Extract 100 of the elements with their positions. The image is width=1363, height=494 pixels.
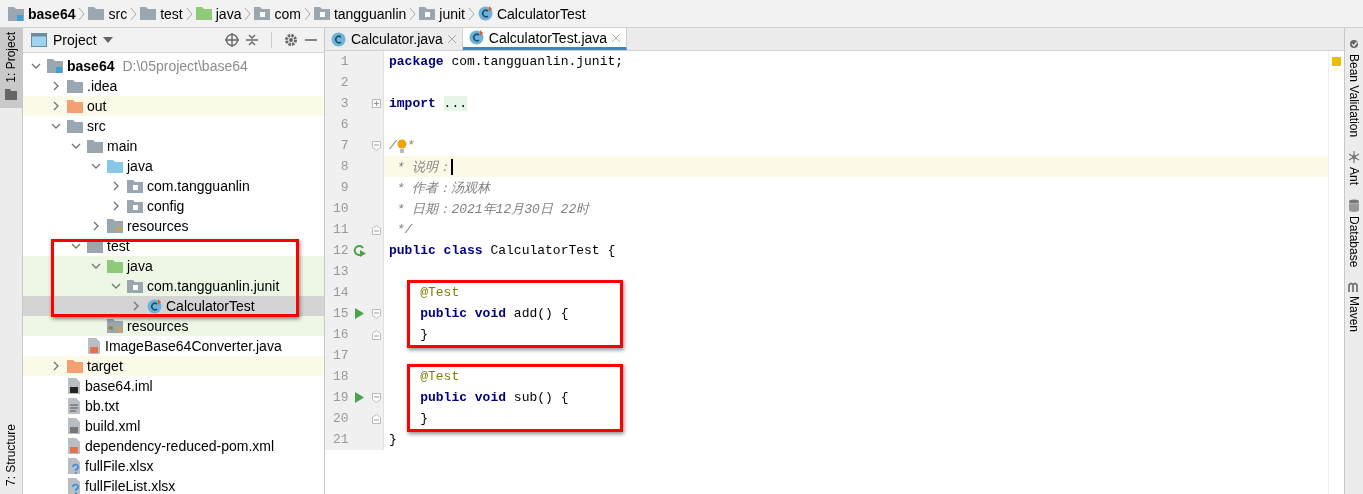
expand-fold-icon[interactable] [372, 99, 382, 108]
line-number: 15 [332, 306, 349, 321]
locate-icon[interactable] [225, 33, 239, 47]
code-text: public void [419, 306, 507, 321]
folder-icon [140, 7, 157, 20]
breadcrumb-item[interactable]: test [160, 5, 183, 22]
tool-window-button[interactable]: Database [1347, 199, 1361, 268]
module-path: D:\05project\base64 [122, 58, 248, 74]
file-icon [67, 378, 81, 394]
tree-row[interactable]: out [23, 96, 324, 116]
chevron-icon [467, 6, 475, 21]
settings-icon[interactable] [284, 33, 298, 47]
tree-row[interactable]: java [23, 256, 324, 276]
code-text: com.tangguanlin.junit; [450, 54, 624, 69]
tool-window-button[interactable]: Ant [1347, 151, 1361, 186]
line-number: 14 [332, 285, 349, 300]
close-icon[interactable] [612, 33, 621, 42]
tree-item-label: main [107, 138, 138, 154]
line-number: 3 [339, 96, 349, 111]
code-text: * 日期：2021年12月30日 22时 [395, 200, 590, 218]
code-text: * 说明： [395, 158, 452, 176]
tree-row[interactable]: base64 D:\05project\base64 [23, 56, 324, 76]
line-number: 12 [332, 243, 349, 258]
tree-row[interactable]: config [23, 196, 324, 216]
tree-row[interactable]: main [23, 136, 324, 156]
code-text: public class [389, 243, 483, 258]
collapse-all-icon[interactable] [245, 33, 259, 47]
code-text: @Test [419, 285, 460, 300]
tree-row[interactable]: java [23, 156, 324, 176]
code-text[interactable]: ... [443, 96, 467, 111]
line-number: 19 [332, 390, 349, 405]
lightbulb-icon[interactable] [396, 138, 407, 153]
unknown-file-icon [67, 478, 81, 494]
line-number: 8 [339, 159, 349, 174]
text-file-icon [67, 398, 81, 414]
line-number: 18 [332, 369, 349, 384]
line-number: 20 [332, 411, 349, 426]
breadcrumb-item[interactable]: com [274, 5, 301, 22]
editor-tab[interactable]: CalculatorTest.java [462, 28, 628, 50]
tree-row[interactable]: bb.txt [23, 396, 324, 416]
tree-row[interactable]: fullFile.xlsx [23, 456, 324, 476]
tree-item-label: src [87, 118, 106, 134]
tree-row[interactable]: ImageBase64Converter.java [23, 336, 324, 356]
tree-row[interactable]: test [23, 236, 324, 256]
folder-icon [87, 139, 103, 153]
code-text: } [389, 432, 397, 447]
tool-window-button[interactable]: 7: Structure [0, 419, 22, 494]
editor-tab[interactable]: Calculator.java [325, 28, 463, 50]
package-icon [127, 279, 143, 293]
dropdown-caret-icon[interactable] [102, 37, 113, 43]
tree-row[interactable]: CalculatorTest [23, 296, 324, 316]
tree-item-label: resources [127, 318, 189, 334]
text-cursor [451, 158, 454, 175]
code-text: */ [395, 222, 413, 237]
folder-icon [107, 259, 123, 273]
panel-title[interactable]: Project [53, 32, 97, 48]
tree-row[interactable]: .idea [23, 76, 324, 96]
tree-item-label: CalculatorTest [166, 298, 255, 314]
tool-window-button[interactable]: Bean Validation [1347, 38, 1361, 138]
folder-icon [67, 359, 83, 373]
run-icon[interactable] [352, 244, 366, 257]
tool-window-button[interactable]: Maven [1347, 281, 1361, 332]
panel-icon [31, 33, 47, 47]
breadcrumb-item[interactable]: tangguanlin [333, 5, 407, 22]
run-icon[interactable] [354, 392, 364, 403]
line-number: 13 [332, 264, 349, 279]
tree-item-label: fullFileList.xlsx [85, 478, 176, 494]
chevron-icon [130, 6, 138, 21]
run-icon[interactable] [354, 308, 364, 319]
tree-row[interactable]: com.tangguanlin.junit [23, 276, 324, 296]
test-class-icon [477, 6, 493, 21]
package-icon [313, 7, 330, 20]
tree-row[interactable]: target [23, 356, 324, 376]
tool-window-button[interactable]: 1: Project [0, 28, 22, 108]
tree-row[interactable]: base64.iml [23, 376, 324, 396]
breadcrumb-item[interactable]: base64 [28, 5, 76, 22]
chevron-icon [78, 6, 86, 21]
tree-item-label: fullFile.xlsx [85, 458, 154, 474]
folder-icon [5, 88, 17, 100]
module-icon [47, 59, 63, 73]
code-text: } [419, 411, 428, 426]
breadcrumb-item[interactable]: junit [439, 5, 465, 22]
tree-row[interactable]: resources [23, 216, 324, 236]
tree-row[interactable]: dependency-reduced-pom.xml [23, 436, 324, 456]
line-number: 2 [339, 75, 349, 90]
tree-item-label: .idea [87, 78, 118, 94]
tree-row[interactable]: resources [23, 316, 324, 336]
tree-item-label: java [127, 258, 153, 274]
breadcrumb-item[interactable]: CalculatorTest [496, 5, 586, 22]
module-icon [8, 6, 24, 21]
warning-marker-icon[interactable] [1332, 57, 1341, 66]
tree-row[interactable]: fullFileList.xlsx [23, 476, 324, 494]
code-text: } [419, 327, 428, 342]
breadcrumb-item[interactable]: java [215, 5, 242, 22]
tree-row[interactable]: src [23, 116, 324, 136]
chevron-icon [185, 6, 193, 21]
test-class-icon [147, 298, 162, 314]
breadcrumb-item[interactable]: src [108, 5, 128, 22]
tree-row[interactable]: build.xml [23, 416, 324, 436]
tree-row[interactable]: com.tangguanlin [23, 176, 324, 196]
